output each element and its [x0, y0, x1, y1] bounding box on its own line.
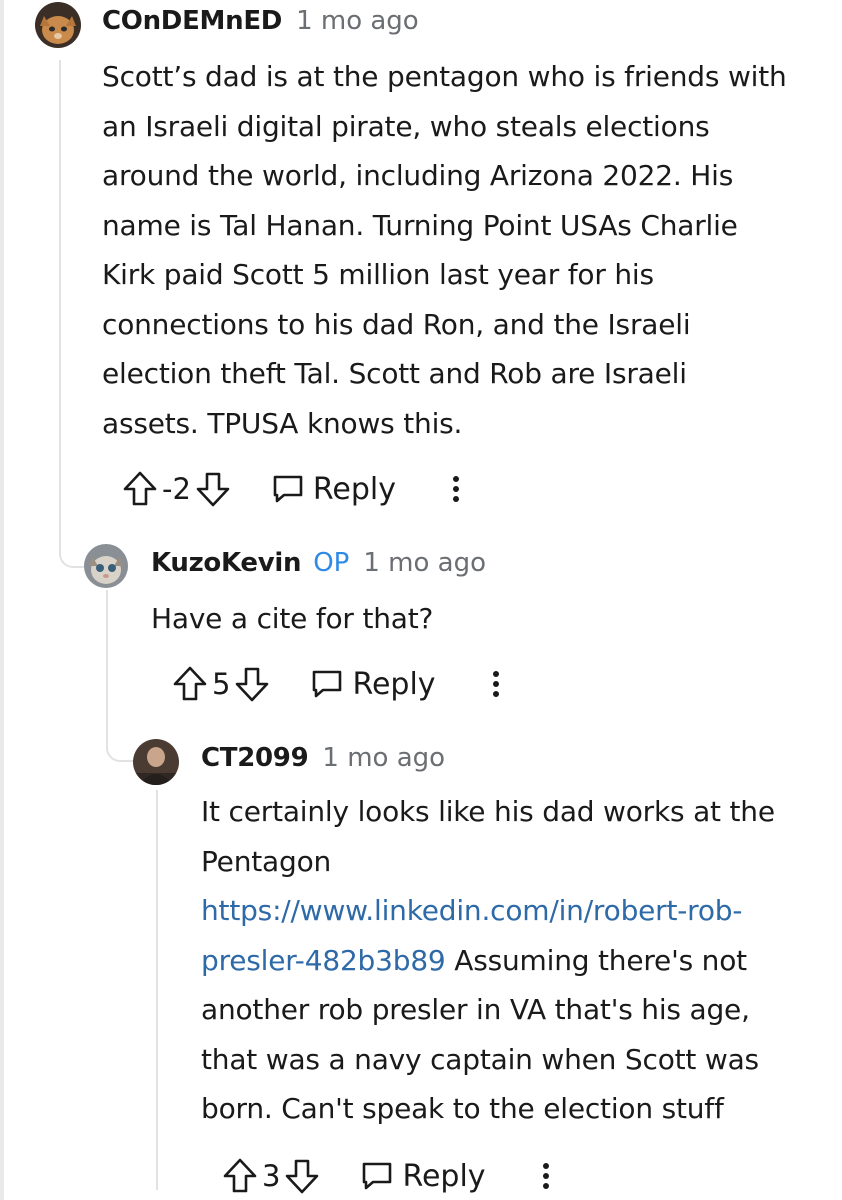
- comment-thread: COnDEMnED 1 mo ago Scott’s dad is at the…: [0, 0, 842, 1200]
- upvote-button[interactable]: [172, 665, 208, 703]
- comment-body-line: Pentagon: [201, 844, 332, 878]
- comment-body-line: presler-482b3b89 Assuming there's not: [201, 936, 775, 986]
- username[interactable]: CT2099: [201, 743, 309, 773]
- comment-body: It certainly looks like his dad works at…: [201, 787, 775, 1134]
- comment-body-line: Have a cite for that?: [151, 602, 434, 635]
- thread-line-level-1: [59, 60, 61, 540]
- downvote-button[interactable]: [195, 470, 231, 508]
- vertical-ellipsis-icon: [542, 1163, 549, 1189]
- more-options-button[interactable]: [450, 474, 462, 504]
- reply-label: Reply: [312, 471, 397, 507]
- comment-actions: -2 Reply: [122, 467, 462, 511]
- reply-button[interactable]: Reply: [360, 1158, 486, 1194]
- comment-header: COnDEMnED 1 mo ago: [102, 6, 419, 36]
- cat-avatar-icon: [84, 544, 128, 588]
- speech-bubble-icon: [313, 670, 342, 698]
- comment-header: CT2099 1 mo ago: [201, 743, 445, 773]
- comment-body-line: another rob presler in VA that's his age…: [201, 993, 750, 1026]
- comment-body: Scott’s dad is at the pentagon who is fr…: [102, 52, 787, 448]
- more-options-button[interactable]: [540, 1161, 552, 1191]
- comment-body-line: Scott’s dad is at the pentagon who is fr…: [102, 60, 787, 93]
- arrow-up-outline-icon: [173, 666, 207, 701]
- comment-body-text: Assuming there's not: [445, 943, 747, 977]
- username[interactable]: COnDEMnED: [102, 6, 282, 36]
- arrow-up-outline-icon: [123, 471, 157, 506]
- timestamp[interactable]: 1 mo ago: [322, 743, 445, 773]
- reply-label: Reply: [352, 666, 436, 702]
- comment-body-line: It certainly looks like his dad works at…: [201, 795, 775, 828]
- person-avatar-icon: [133, 739, 179, 785]
- timestamp[interactable]: 1 mo ago: [296, 6, 419, 36]
- page-edge-divider: [0, 0, 4, 1200]
- upvote-button[interactable]: [222, 1157, 258, 1195]
- downvote-button[interactable]: [284, 1157, 320, 1195]
- thread-line-level-3: [156, 790, 158, 1190]
- vote-score: 3: [262, 1159, 281, 1193]
- reply-button[interactable]: Reply: [271, 472, 396, 507]
- comment-actions: 5 Reply: [172, 662, 502, 706]
- vote-score: -2: [162, 472, 191, 506]
- reply-button[interactable]: Reply: [310, 666, 436, 702]
- thread-elbow-level-1: [59, 520, 85, 568]
- vote-score: 5: [212, 667, 231, 701]
- speech-bubble-icon: [273, 475, 303, 503]
- comment-body-line: election theft Tal. Scott and Rob are Is…: [102, 357, 687, 390]
- comment-body-line: Kirk paid Scott 5 million last year for …: [102, 258, 654, 291]
- speech-bubble-icon: [363, 1162, 392, 1190]
- comment-header: KuzoKevin OP 1 mo ago: [151, 548, 486, 578]
- comment-body: Have a cite for that?: [151, 594, 433, 644]
- comment-body-line: an Israeli digital pirate, who steals el…: [102, 109, 710, 143]
- comment-body-line: that was a navy captain when Scott was: [201, 1042, 759, 1076]
- cat-avatar-icon: [35, 2, 81, 48]
- arrow-down-outline-icon: [196, 472, 230, 507]
- avatar[interactable]: [133, 739, 179, 785]
- arrow-down-outline-icon: [236, 667, 269, 702]
- arrow-up-outline-icon: [223, 1158, 257, 1193]
- upvote-button[interactable]: [122, 470, 158, 508]
- thread-elbow-level-2: [106, 716, 134, 762]
- comment-actions: 3 Reply: [222, 1154, 552, 1198]
- comment-body-line: connections to his dad Ron, and the Isra…: [102, 307, 691, 341]
- comment-body-line: assets. TPUSA knows this.: [102, 406, 463, 440]
- arrow-down-outline-icon: [286, 1159, 319, 1194]
- comment-body-line: born. Can't speak to the election stuff: [201, 1092, 724, 1125]
- linkedin-link[interactable]: presler-482b3b89: [201, 944, 446, 977]
- avatar[interactable]: [35, 2, 81, 48]
- avatar[interactable]: [84, 544, 128, 588]
- vertical-ellipsis-icon: [453, 476, 460, 502]
- more-options-button[interactable]: [490, 669, 502, 699]
- downvote-button[interactable]: [234, 665, 270, 703]
- username[interactable]: KuzoKevin: [151, 548, 302, 578]
- linkedin-link[interactable]: https://www.linkedin.com/in/robert-rob-: [201, 894, 742, 927]
- timestamp[interactable]: 1 mo ago: [363, 548, 486, 578]
- reply-label: Reply: [402, 1158, 486, 1194]
- comment-body-line: around the world, including Arizona 2022…: [102, 159, 734, 192]
- comment-body-line: https://www.linkedin.com/in/robert-rob-: [201, 886, 775, 936]
- thread-line-level-2: [106, 590, 108, 736]
- comment-body-line: name is Tal Hanan. Turning Point USAs Ch…: [102, 208, 738, 242]
- vertical-ellipsis-icon: [492, 671, 499, 697]
- op-badge: OP: [313, 548, 350, 578]
